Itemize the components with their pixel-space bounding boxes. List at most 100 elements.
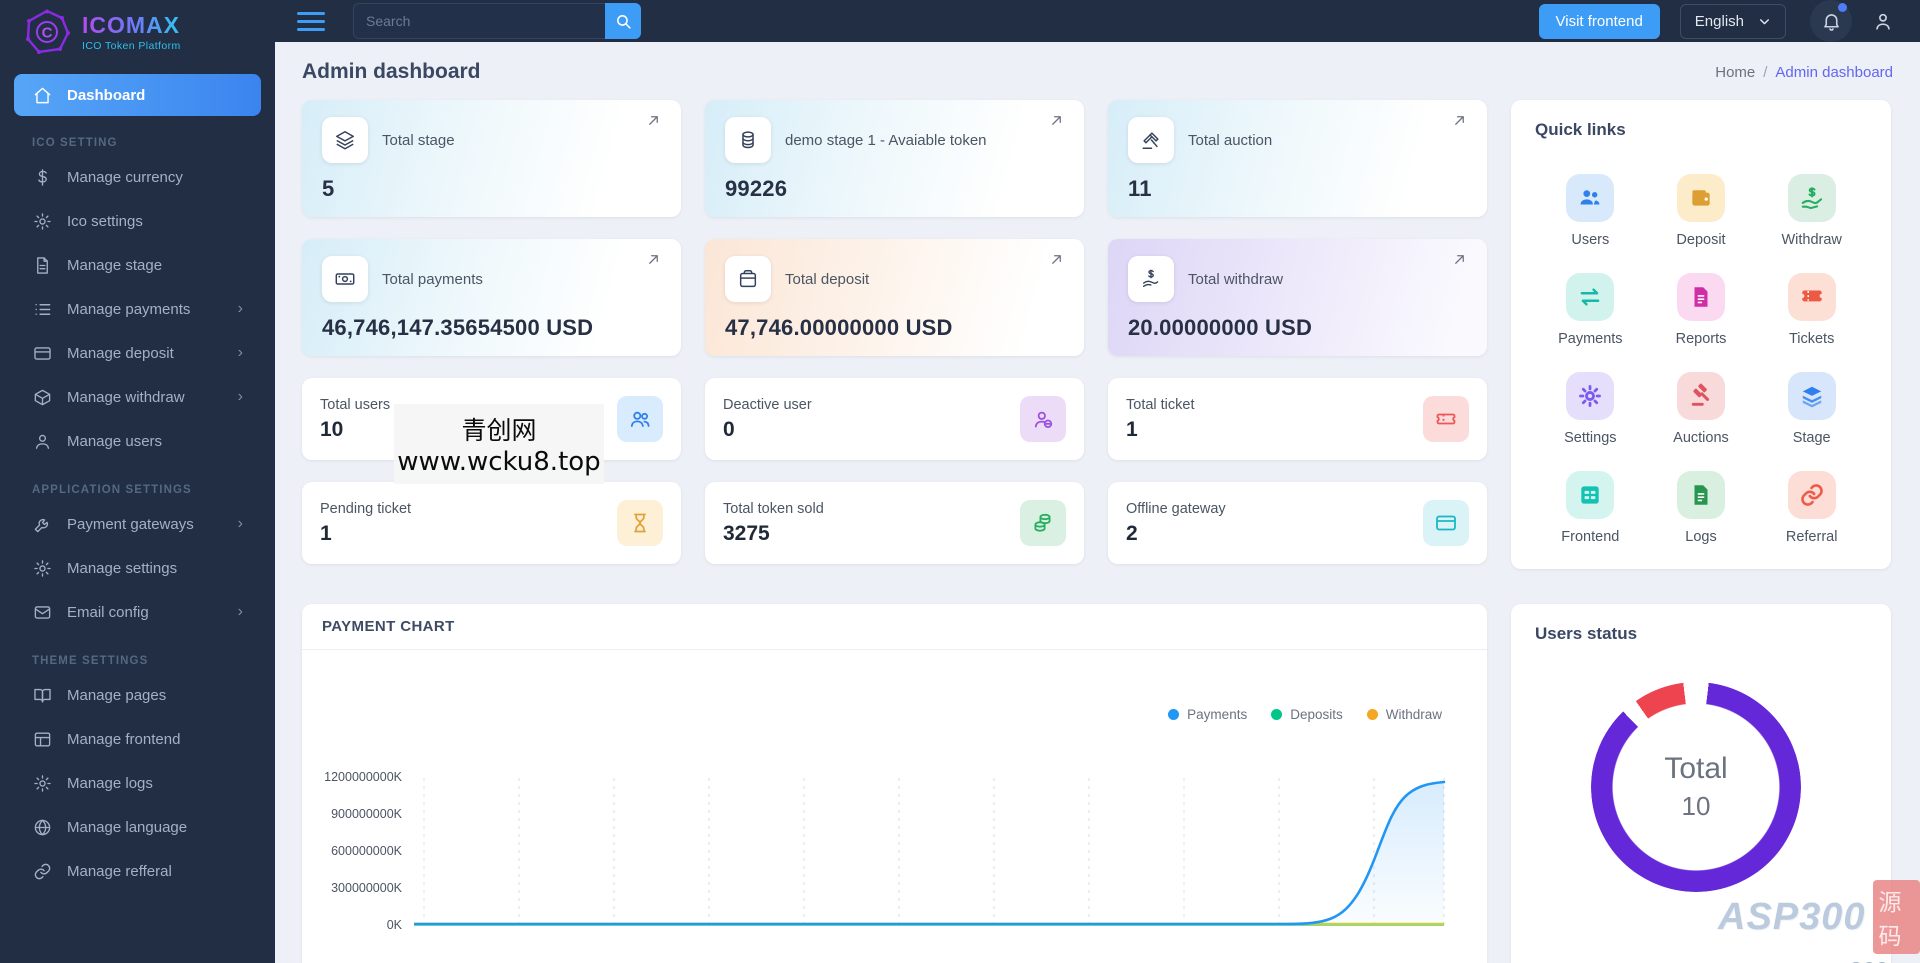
notifications-button[interactable] [1810,0,1852,42]
quick-link-tickets[interactable]: Tickets [1787,273,1836,347]
sidebar-item-manage-settings[interactable]: Manage settings [14,546,261,590]
wallet-icon [725,256,771,302]
legend-dot-deposits [1271,709,1283,720]
y-axis-tick: 0K [386,918,402,932]
stat-card-deactive-user[interactable]: Deactive user 0 [705,378,1084,460]
sidebar-item-payment-gateways[interactable]: Payment gateways › [14,502,261,546]
sidebar-item-label: Manage pages [67,686,167,704]
sidebar-item-manage-refferal[interactable]: Manage refferal [14,849,261,893]
withdraw-icon [1128,256,1174,302]
sidebar-item-email-config[interactable]: Email config › [14,590,261,634]
sidebar-item-ico-settings[interactable]: Ico settings [14,199,261,243]
stat-title: Total token sold [723,500,824,517]
banknote-icon [322,256,368,302]
sidebar-item-label: Manage payments [67,300,191,318]
payment-chart-card: PAYMENT CHART Payments Deposits Withdraw… [302,604,1487,963]
stat-card-total-withdraw[interactable]: Total withdraw 20.00000000 USD [1108,239,1487,356]
quick-link-frontend[interactable]: Frontend [1561,471,1619,545]
line-chart-plot[interactable] [414,774,1467,932]
sidebar-item-manage-users[interactable]: Manage users [14,419,261,463]
stat-card-total-token-sold[interactable]: Total token sold 3275 [705,482,1084,564]
search-button[interactable] [605,3,641,39]
gear-icon [1566,372,1615,420]
ticket-icon [1423,396,1469,442]
stat-title: demo stage 1 - Avaiable token [785,131,987,149]
arrow-up-right-icon[interactable] [646,252,661,267]
legend-deposits[interactable]: Deposits [1271,707,1343,722]
stat-value: 20.00000000 USD [1128,315,1313,340]
stat-card-total-deposit[interactable]: Total deposit 47,746.00000000 USD [705,239,1084,356]
sidebar-item-label: Ico settings [67,212,143,230]
sidebar-item-label: Email config [67,603,149,621]
quick-link-auctions[interactable]: Auctions [1673,372,1729,446]
quick-link-settings[interactable]: Settings [1564,372,1617,446]
sidebar-item-manage-stage[interactable]: Manage stage [14,243,261,287]
quick-link-withdraw[interactable]: Withdraw [1781,174,1842,248]
gear-icon [32,558,52,578]
sidebar-item-label: Manage settings [67,559,178,577]
user-icon [1872,10,1894,32]
sidebar-item-label: Dashboard [67,86,146,104]
arrow-up-right-icon[interactable] [646,113,661,128]
book-open-icon [32,685,52,705]
sidebar-item-manage-payments[interactable]: Manage payments › [14,287,261,331]
stat-card-total-ticket[interactable]: Total ticket 1 [1108,378,1487,460]
quick-link-users[interactable]: Users [1566,174,1615,248]
stat-card-total-payments[interactable]: Total payments 46,746,147.35654500 USD [302,239,681,356]
card-icon [1423,500,1469,546]
sidebar-item-dashboard[interactable]: Dashboard [14,74,261,116]
notification-dot [1838,3,1847,12]
user-minus-icon [1020,396,1066,442]
quick-link-logs[interactable]: Logs [1676,471,1725,545]
stat-value: 1 [320,521,332,545]
grid-icon [1566,471,1615,519]
sidebar-item-manage-currency[interactable]: Manage currency [14,155,261,199]
hourglass-icon [617,500,663,546]
gavel-icon [1676,372,1725,420]
sidebar-item-label: Manage users [67,432,163,450]
users-icon [617,396,663,442]
page-title: Admin dashboard [302,60,481,83]
stat-value: 47,746.00000000 USD [725,315,953,340]
quick-link-referral[interactable]: Referral [1786,471,1837,545]
sidebar-item-manage-pages[interactable]: Manage pages [14,673,261,717]
hamburger-menu-icon[interactable] [297,11,325,31]
quick-link-reports[interactable]: Reports [1676,273,1726,347]
stat-title: Offline gateway [1126,500,1226,517]
sidebar-item-manage-logs[interactable]: Manage logs [14,761,261,805]
chevron-right-icon: › [237,344,243,361]
stat-value: 10 [320,417,344,441]
language-value: English [1694,12,1744,30]
stat-card-total-stage[interactable]: Total stage 5 [302,100,681,217]
quick-link-deposit[interactable]: Deposit [1676,174,1726,248]
legend-withdraw[interactable]: Withdraw [1366,707,1442,722]
language-select[interactable]: English [1679,3,1786,39]
users-status-title: Users status [1535,624,1638,643]
stat-card-available-token[interactable]: demo stage 1 - Avaiable token 99226 [705,100,1084,217]
stat-card-offline-gateway[interactable]: Offline gateway 2 [1108,482,1487,564]
logo[interactable]: C ICOMAX ICO Token Platform [0,0,275,64]
legend-payments[interactable]: Payments [1168,707,1247,722]
stat-value: 5 [322,176,335,201]
profile-button[interactable] [1872,10,1894,32]
visit-frontend-button[interactable]: Visit frontend [1538,3,1660,39]
sidebar-item-manage-frontend[interactable]: Manage frontend [14,717,261,761]
quick-links-title: Quick links [1535,120,1626,139]
arrow-up-right-icon[interactable] [1452,113,1467,128]
sidebar-item-manage-language[interactable]: Manage language [14,805,261,849]
sidebar-item-manage-withdraw[interactable]: Manage withdraw › [14,375,261,419]
breadcrumb-home-link[interactable]: Home [1715,64,1755,81]
stat-card-total-auction[interactable]: Total auction 11 [1108,100,1487,217]
gear-icon [32,773,52,793]
hand-dollar-icon [1787,174,1836,222]
arrow-up-right-icon[interactable] [1049,113,1064,128]
quick-link-payments[interactable]: Payments [1558,273,1623,347]
stat-card-pending-ticket[interactable]: Pending ticket 1 [302,482,681,564]
stat-card-total-users[interactable]: Total users 10 [302,378,681,460]
payment-chart-title: PAYMENT CHART [322,618,455,635]
search-input[interactable] [353,3,605,39]
sidebar-item-manage-deposit[interactable]: Manage deposit › [14,331,261,375]
arrow-up-right-icon[interactable] [1049,252,1064,267]
quick-link-stage[interactable]: Stage [1787,372,1836,446]
arrow-up-right-icon[interactable] [1452,252,1467,267]
